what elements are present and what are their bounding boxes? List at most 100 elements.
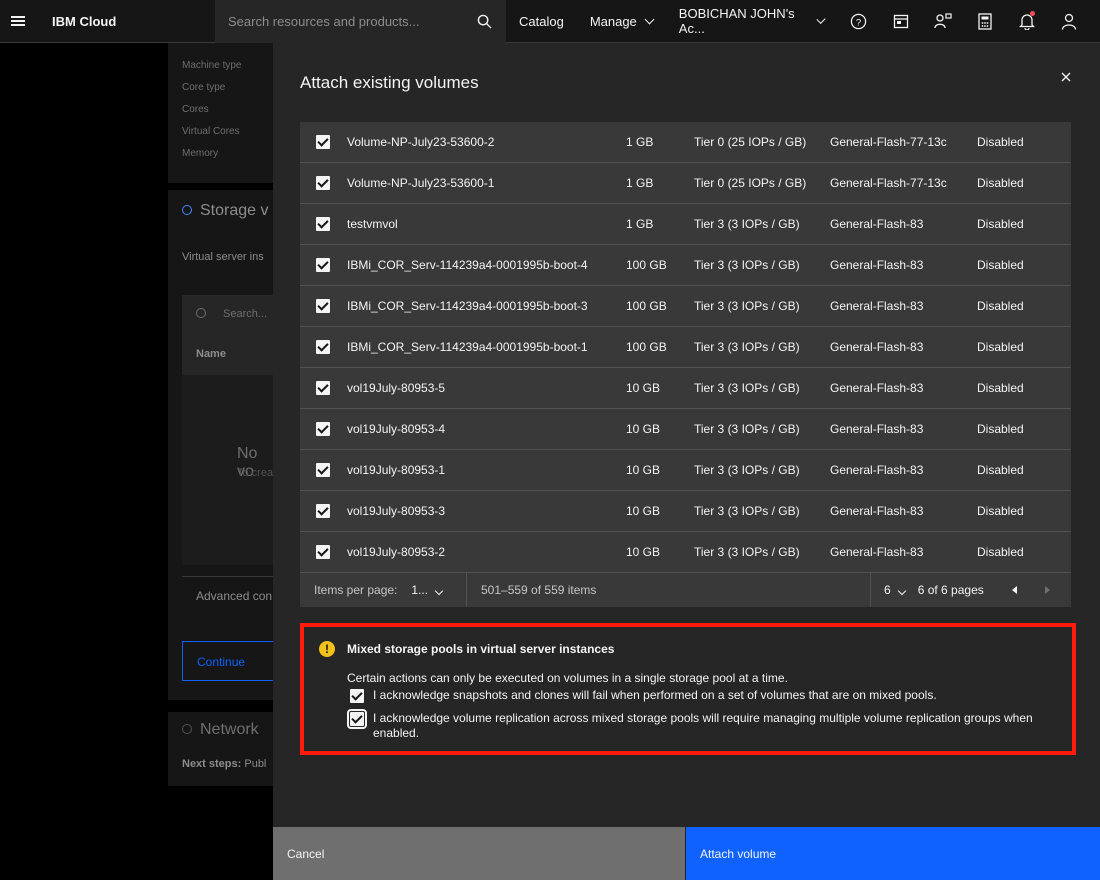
- volume-replication: Disabled: [977, 340, 1024, 354]
- bg-to-create: To crea: [237, 467, 274, 479]
- bg-name-column: Name: [196, 348, 226, 360]
- table-row[interactable]: vol19July-80953-2 10 GB Tier 3 (3 IOPs / G…: [300, 532, 1071, 573]
- search-icon: [196, 308, 206, 318]
- manage-menu[interactable]: Manage: [577, 0, 666, 43]
- items-per-page-select[interactable]: 1...: [411, 583, 444, 597]
- items-per-page-value: 1...: [411, 583, 429, 597]
- modal-title: Attach existing volumes: [300, 73, 479, 92]
- storage-heading-label: Storage v: [200, 202, 269, 219]
- close-icon[interactable]: [1058, 69, 1074, 85]
- volume-tier: Tier 3 (3 IOPs / GB): [694, 257, 800, 272]
- user-profile-icon[interactable]: [1048, 0, 1090, 43]
- calendar-icon[interactable]: [880, 0, 922, 43]
- divider: [182, 576, 278, 577]
- table-row[interactable]: vol19July-80953-1 10 GB Tier 3 (3 IOPs / G…: [300, 450, 1071, 491]
- chevron-down-icon: [816, 14, 827, 24]
- brand-logo[interactable]: IBM Cloud: [52, 14, 215, 29]
- ack-replication-checkbox[interactable]: [347, 709, 367, 729]
- row-checkbox[interactable]: [316, 258, 330, 272]
- cost-estimator-icon[interactable]: [964, 0, 1006, 43]
- table-row[interactable]: testvmvol 1 GB Tier 3 (3 IOPs / GB) General…: [300, 204, 1071, 245]
- volume-pool: General-Flash-83: [830, 462, 924, 477]
- warning-icon: !: [319, 641, 335, 657]
- background-summary-panel: Machine type Core type Cores Virtual Cor…: [168, 43, 278, 183]
- volume-tier: Tier 3 (3 IOPs / GB): [694, 503, 800, 518]
- background-network-card: Network Next steps: Publ: [168, 712, 278, 786]
- chevron-down-icon: [644, 14, 655, 24]
- volume-tier: Tier 3 (3 IOPs / GB): [694, 339, 800, 354]
- search-input[interactable]: [228, 13, 468, 29]
- account-switcher[interactable]: BOBICHAN JOHN's Ac...: [666, 0, 838, 43]
- volume-name: vol19July-80953-5: [347, 380, 446, 395]
- table-row[interactable]: IBMi_COR_Serv-114239a4-0001995b-boot-1 10…: [300, 327, 1071, 368]
- global-search: [215, 0, 506, 43]
- volume-replication: Disabled: [977, 217, 1024, 231]
- next-steps: Next steps: Publ: [182, 758, 266, 770]
- table-row[interactable]: vol19July-80953-3 10 GB Tier 3 (3 IOPs / G…: [300, 491, 1071, 532]
- bg-search: Search...: [182, 295, 278, 333]
- table-row[interactable]: vol19July-80953-4 10 GB Tier 3 (3 IOPs / G…: [300, 409, 1071, 450]
- table-row[interactable]: Volume-NP-July23-53600-2 1 GB Tier 0 (25 I…: [300, 122, 1071, 163]
- row-checkbox[interactable]: [316, 217, 330, 231]
- row-checkbox[interactable]: [316, 176, 330, 190]
- catalog-link[interactable]: Catalog: [506, 0, 577, 43]
- volumes-table: Volume-NP-July23-53600-2 1 GB Tier 0 (25 I…: [300, 122, 1071, 607]
- volume-size: 100 GB: [626, 339, 667, 354]
- table-row[interactable]: IBMi_COR_Serv-114239a4-0001995b-boot-4 10…: [300, 245, 1071, 286]
- table-row[interactable]: IBMi_COR_Serv-114239a4-0001995b-boot-3 10…: [300, 286, 1071, 327]
- bg-empty-state: No vo To crea: [182, 375, 278, 565]
- row-checkbox[interactable]: [316, 422, 330, 436]
- bg-label: Memory: [182, 148, 219, 159]
- page-select[interactable]: 6: [884, 583, 906, 597]
- bg-advanced-config: Advanced con: [196, 589, 273, 603]
- help-icon[interactable]: ?: [838, 0, 880, 43]
- account-label: BOBICHAN JOHN's Ac...: [678, 6, 795, 36]
- volume-pool: General-Flash-83: [830, 503, 924, 518]
- volume-pool: General-Flash-77-13c: [830, 134, 947, 149]
- previous-page-icon[interactable]: [1011, 586, 1017, 594]
- volume-size: 10 GB: [626, 421, 661, 436]
- volume-name: vol19July-80953-4: [347, 421, 446, 436]
- volume-replication: Disabled: [977, 381, 1024, 395]
- volume-replication: Disabled: [977, 176, 1024, 190]
- row-checkbox[interactable]: [316, 381, 330, 395]
- user-switch-icon[interactable]: [922, 0, 964, 43]
- page-selector: 6 6 of 6 pages: [870, 573, 1071, 607]
- next-page-icon[interactable]: [1044, 586, 1050, 594]
- ack-snapshots-label: I acknowledge snapshots and clones will …: [373, 688, 937, 702]
- volume-pool: General-Flash-83: [830, 257, 924, 272]
- table-row[interactable]: vol19July-80953-5 10 GB Tier 3 (3 IOPs / G…: [300, 368, 1071, 409]
- ack-replication-label: I acknowledge volume replication across …: [373, 711, 1033, 740]
- volume-replication: Disabled: [977, 504, 1024, 518]
- volume-replication: Disabled: [977, 422, 1024, 436]
- table-row[interactable]: Volume-NP-July23-53600-1 1 GB Tier 0 (25 I…: [300, 163, 1071, 204]
- chevron-down-icon: [897, 586, 906, 596]
- network-heading-label: Network: [200, 721, 259, 738]
- row-checkbox[interactable]: [316, 463, 330, 477]
- hamburger-menu-icon[interactable]: [0, 0, 36, 43]
- volume-tier: Tier 3 (3 IOPs / GB): [694, 380, 800, 395]
- cancel-button[interactable]: Cancel: [273, 827, 685, 880]
- volume-replication: Disabled: [977, 299, 1024, 313]
- row-checkbox[interactable]: [316, 340, 330, 354]
- volume-name: testvmvol: [347, 216, 398, 231]
- ack-snapshots-checkbox[interactable]: [350, 689, 364, 703]
- row-checkbox[interactable]: [316, 545, 330, 559]
- notification-bell-icon[interactable]: [1006, 0, 1048, 43]
- row-checkbox[interactable]: [316, 299, 330, 313]
- storage-heading: Storage v: [182, 202, 268, 220]
- chevron-down-icon: [434, 586, 444, 596]
- attach-volume-button[interactable]: Attach volume: [686, 827, 1100, 880]
- search-icon[interactable]: [477, 14, 492, 29]
- row-checkbox[interactable]: [316, 135, 330, 149]
- row-checkbox[interactable]: [316, 504, 330, 518]
- volume-tier: Tier 0 (25 IOPs / GB): [694, 175, 807, 190]
- ack-snapshots[interactable]: I acknowledge snapshots and clones will …: [347, 688, 937, 703]
- bg-continue-button: Continue: [182, 641, 278, 681]
- volume-pool: General-Flash-83: [830, 298, 924, 313]
- ack-replication[interactable]: I acknowledge volume replication across …: [347, 709, 1047, 741]
- next-steps-value: Publ: [244, 758, 267, 770]
- volume-size: 10 GB: [626, 380, 661, 395]
- bg-table-header: Name: [182, 333, 278, 375]
- virtual-server-text: Virtual server ins: [182, 251, 264, 263]
